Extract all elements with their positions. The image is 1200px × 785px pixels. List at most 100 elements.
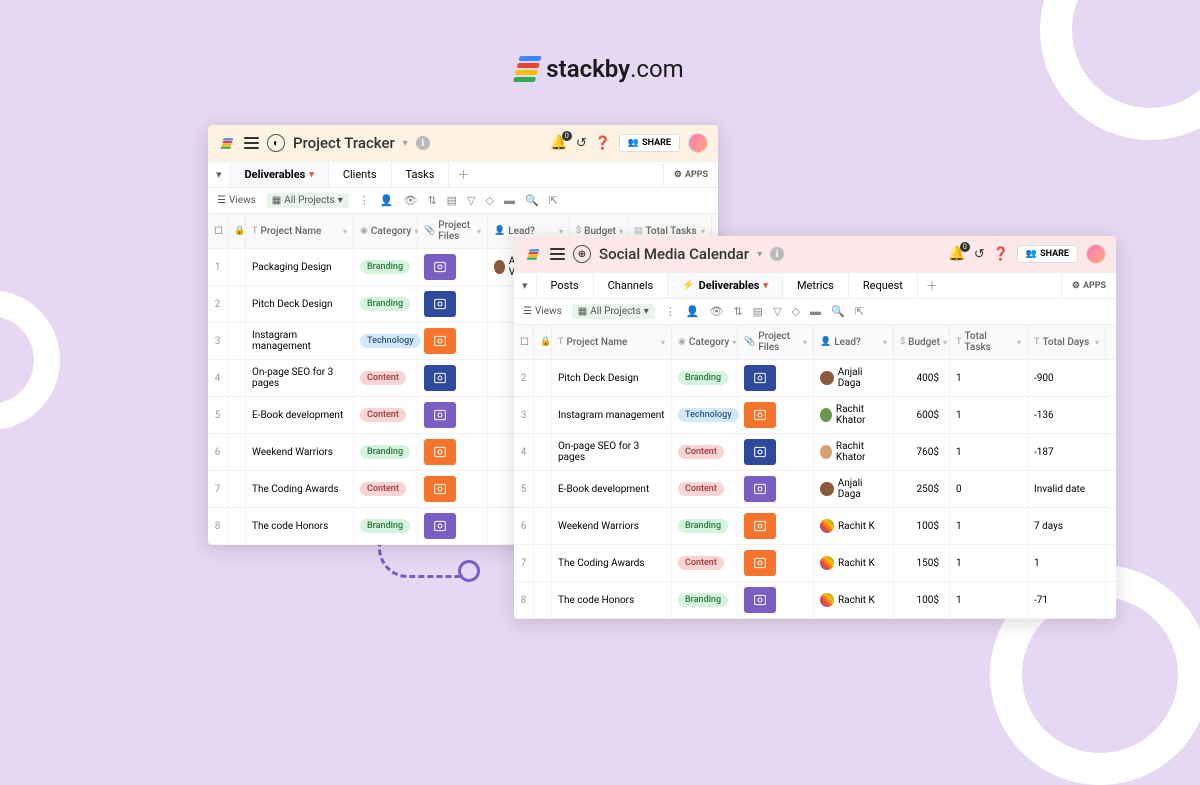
- chevron-down-icon[interactable]: ▾: [757, 249, 762, 260]
- cell-budget[interactable]: 100$: [894, 582, 950, 618]
- file-thumbnail[interactable]: [424, 513, 456, 539]
- cell-category[interactable]: Content: [672, 434, 738, 470]
- cell-file[interactable]: [738, 434, 814, 470]
- checkbox-column[interactable]: ☐: [514, 325, 534, 359]
- file-thumbnail[interactable]: [424, 439, 456, 465]
- cell-budget[interactable]: 250$: [894, 471, 950, 507]
- cell-name[interactable]: The code Honors: [552, 582, 672, 618]
- file-thumbnail[interactable]: [744, 365, 776, 391]
- cell-lead[interactable]: Rachit K: [814, 545, 894, 581]
- cell-name[interactable]: Pitch Deck Design: [552, 360, 672, 396]
- table-row[interactable]: 7The Coding AwardsContentRachit K150$11: [514, 545, 1116, 582]
- cell-category[interactable]: Branding: [672, 508, 738, 544]
- cell-file[interactable]: [418, 434, 488, 470]
- cell-name[interactable]: Weekend Warriors: [246, 434, 354, 470]
- column-category[interactable]: ◉Category▾: [354, 214, 418, 248]
- cell-file[interactable]: [418, 286, 488, 322]
- column-files[interactable]: 📎Project Files▾: [418, 214, 488, 248]
- history-icon[interactable]: ↺: [576, 136, 587, 151]
- column-project-name[interactable]: TProject Name▾: [552, 325, 672, 359]
- filter-icon[interactable]: ⇅: [427, 194, 436, 207]
- cell-name[interactable]: On-page SEO for 3 pages: [246, 360, 354, 396]
- cell-file[interactable]: [738, 508, 814, 544]
- sort-icon[interactable]: ▽: [467, 194, 475, 207]
- table-row[interactable]: 4On-page SEO for 3 pagesContentRachit Kh…: [514, 434, 1116, 471]
- file-thumbnail[interactable]: [424, 328, 456, 354]
- cell-category[interactable]: Content: [354, 471, 418, 507]
- cell-days[interactable]: -900: [1028, 360, 1106, 396]
- table-row[interactable]: 2Pitch Deck DesignBrandingAnjali Daga400…: [514, 360, 1116, 397]
- row-height-icon[interactable]: ▬: [504, 194, 515, 207]
- cell-lead[interactable]: Rachit K: [814, 508, 894, 544]
- checkbox-column[interactable]: ☐: [208, 214, 228, 248]
- cell-days[interactable]: 7 days: [1028, 508, 1106, 544]
- export-icon[interactable]: ⇱: [549, 194, 558, 207]
- views-menu[interactable]: ☰ Views: [217, 195, 256, 206]
- cell-category[interactable]: Branding: [672, 582, 738, 618]
- cell-days[interactable]: Invalid date: [1028, 471, 1106, 507]
- cell-name[interactable]: Instagram management: [552, 397, 672, 433]
- column-files[interactable]: 📎Project Files▾: [738, 325, 814, 359]
- column-category[interactable]: ◉Category▾: [672, 325, 738, 359]
- cell-lead[interactable]: Anjali Daga: [814, 471, 894, 507]
- tab-deliverables[interactable]: ⚡Deliverables ▾: [668, 273, 783, 298]
- group-icon[interactable]: ▤: [447, 194, 457, 207]
- cell-category[interactable]: Technology: [672, 397, 738, 433]
- expand-icon[interactable]: ▾: [514, 274, 537, 297]
- user-avatar[interactable]: [688, 133, 708, 153]
- views-menu[interactable]: ☰ Views: [523, 306, 562, 317]
- cell-category[interactable]: Content: [354, 397, 418, 433]
- cell-category[interactable]: Branding: [354, 508, 418, 544]
- workspace-icon[interactable]: ◐: [267, 134, 285, 152]
- help-icon[interactable]: ❓: [993, 247, 1009, 262]
- tab-channels[interactable]: Channels: [594, 273, 669, 298]
- column-lead[interactable]: 👤Lead?▾: [814, 325, 894, 359]
- cell-name[interactable]: The Coding Awards: [246, 471, 354, 507]
- tab-request[interactable]: Request: [849, 273, 918, 298]
- add-tab-button[interactable]: ＋: [918, 273, 946, 298]
- history-icon[interactable]: ↺: [974, 247, 985, 262]
- cell-file[interactable]: [418, 508, 488, 544]
- user-avatar[interactable]: [1086, 244, 1106, 264]
- cell-tasks[interactable]: 1: [950, 434, 1028, 470]
- help-icon[interactable]: ❓: [595, 136, 611, 151]
- file-thumbnail[interactable]: [744, 513, 776, 539]
- cell-budget[interactable]: 400$: [894, 360, 950, 396]
- file-thumbnail[interactable]: [744, 402, 776, 428]
- cell-name[interactable]: Weekend Warriors: [552, 508, 672, 544]
- cell-file[interactable]: [418, 471, 488, 507]
- cell-tasks[interactable]: 1: [950, 582, 1028, 618]
- cell-file[interactable]: [418, 397, 488, 433]
- person-icon[interactable]: 👤: [686, 305, 700, 318]
- cell-name[interactable]: Packaging Design: [246, 249, 354, 285]
- cell-category[interactable]: Branding: [354, 286, 418, 322]
- color-icon[interactable]: ◇: [486, 194, 494, 207]
- cell-tasks[interactable]: 1: [950, 397, 1028, 433]
- hide-fields-icon[interactable]: 👁: [403, 194, 417, 207]
- table-row[interactable]: 6Weekend WarriorsBrandingRachit K100$17 …: [514, 508, 1116, 545]
- group-icon[interactable]: ▤: [753, 305, 763, 318]
- tab-metrics[interactable]: Metrics: [783, 273, 849, 298]
- cell-tasks[interactable]: 1: [950, 545, 1028, 581]
- hide-fields-icon[interactable]: 👁: [709, 305, 723, 318]
- cell-lead[interactable]: Rachit Khator: [814, 434, 894, 470]
- workspace-icon[interactable]: ⊕: [573, 245, 591, 263]
- cell-days[interactable]: 1: [1028, 545, 1106, 581]
- view-selector[interactable]: ▦ All Projects ▾: [266, 193, 349, 208]
- cell-days[interactable]: -71: [1028, 582, 1106, 618]
- cell-tasks[interactable]: 0: [950, 471, 1028, 507]
- cell-category[interactable]: Branding: [354, 434, 418, 470]
- cell-tasks[interactable]: 1: [950, 360, 1028, 396]
- share-button[interactable]: 👥 SHARE: [619, 134, 680, 152]
- cell-file[interactable]: [418, 249, 488, 285]
- column-tasks[interactable]: TTotal Tasks▾: [950, 325, 1028, 359]
- more-icon[interactable]: ⋮: [359, 194, 370, 207]
- column-days[interactable]: TTotal Days▾: [1028, 325, 1106, 359]
- cell-budget[interactable]: 600$: [894, 397, 950, 433]
- filter-icon[interactable]: ⇅: [733, 305, 742, 318]
- cell-tasks[interactable]: 1: [950, 508, 1028, 544]
- more-icon[interactable]: ⋮: [665, 305, 676, 318]
- person-icon[interactable]: 👤: [380, 194, 394, 207]
- info-icon[interactable]: i: [416, 136, 430, 150]
- cell-category[interactable]: Content: [672, 545, 738, 581]
